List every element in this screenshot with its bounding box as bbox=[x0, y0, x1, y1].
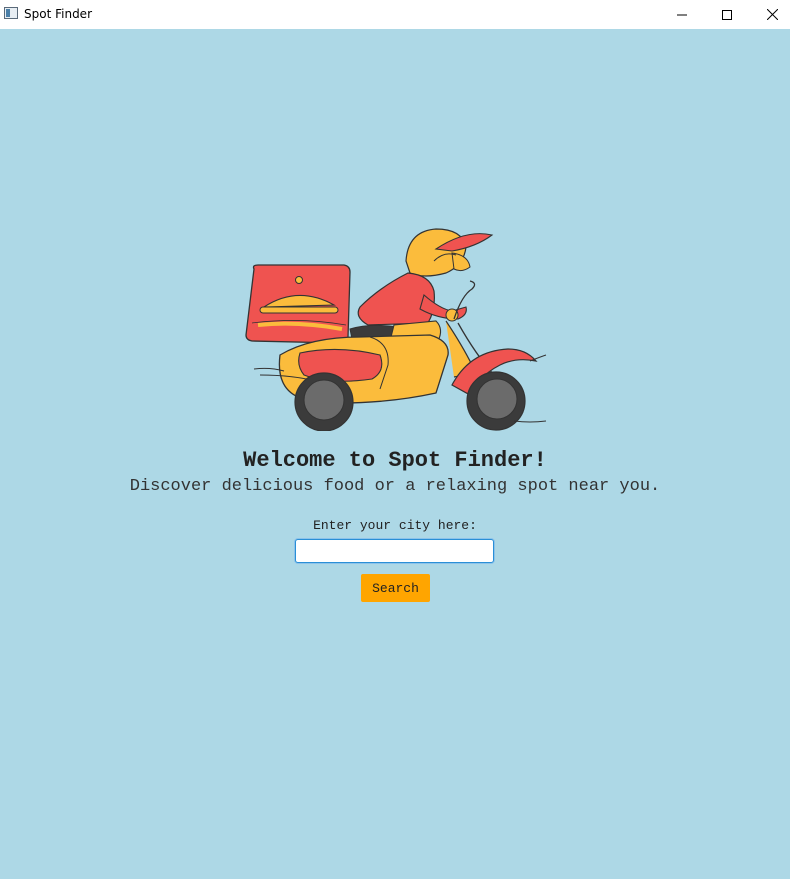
search-button[interactable]: Search bbox=[361, 574, 430, 602]
minimize-icon bbox=[677, 14, 687, 15]
title-bar[interactable]: Spot Finder bbox=[0, 0, 790, 29]
close-icon bbox=[766, 9, 778, 20]
delivery-scooter-illustration bbox=[245, 228, 547, 431]
close-button[interactable] bbox=[749, 0, 790, 29]
page-title: Welcome to Spot Finder! bbox=[243, 448, 547, 473]
main-content: Welcome to Spot Finder! Discover delicio… bbox=[0, 29, 790, 879]
window-title: Spot Finder bbox=[24, 7, 92, 21]
app-icon bbox=[4, 7, 18, 19]
app-window: Spot Finder Welcome to Spot Finder! Disc… bbox=[0, 0, 790, 879]
maximize-icon bbox=[722, 9, 732, 20]
city-input[interactable] bbox=[295, 539, 494, 563]
page-subtitle: Discover delicious food or a relaxing sp… bbox=[129, 477, 661, 496]
maximize-button[interactable] bbox=[704, 0, 750, 29]
minimize-button[interactable] bbox=[659, 0, 705, 29]
city-input-label: Enter your city here: bbox=[313, 518, 477, 533]
